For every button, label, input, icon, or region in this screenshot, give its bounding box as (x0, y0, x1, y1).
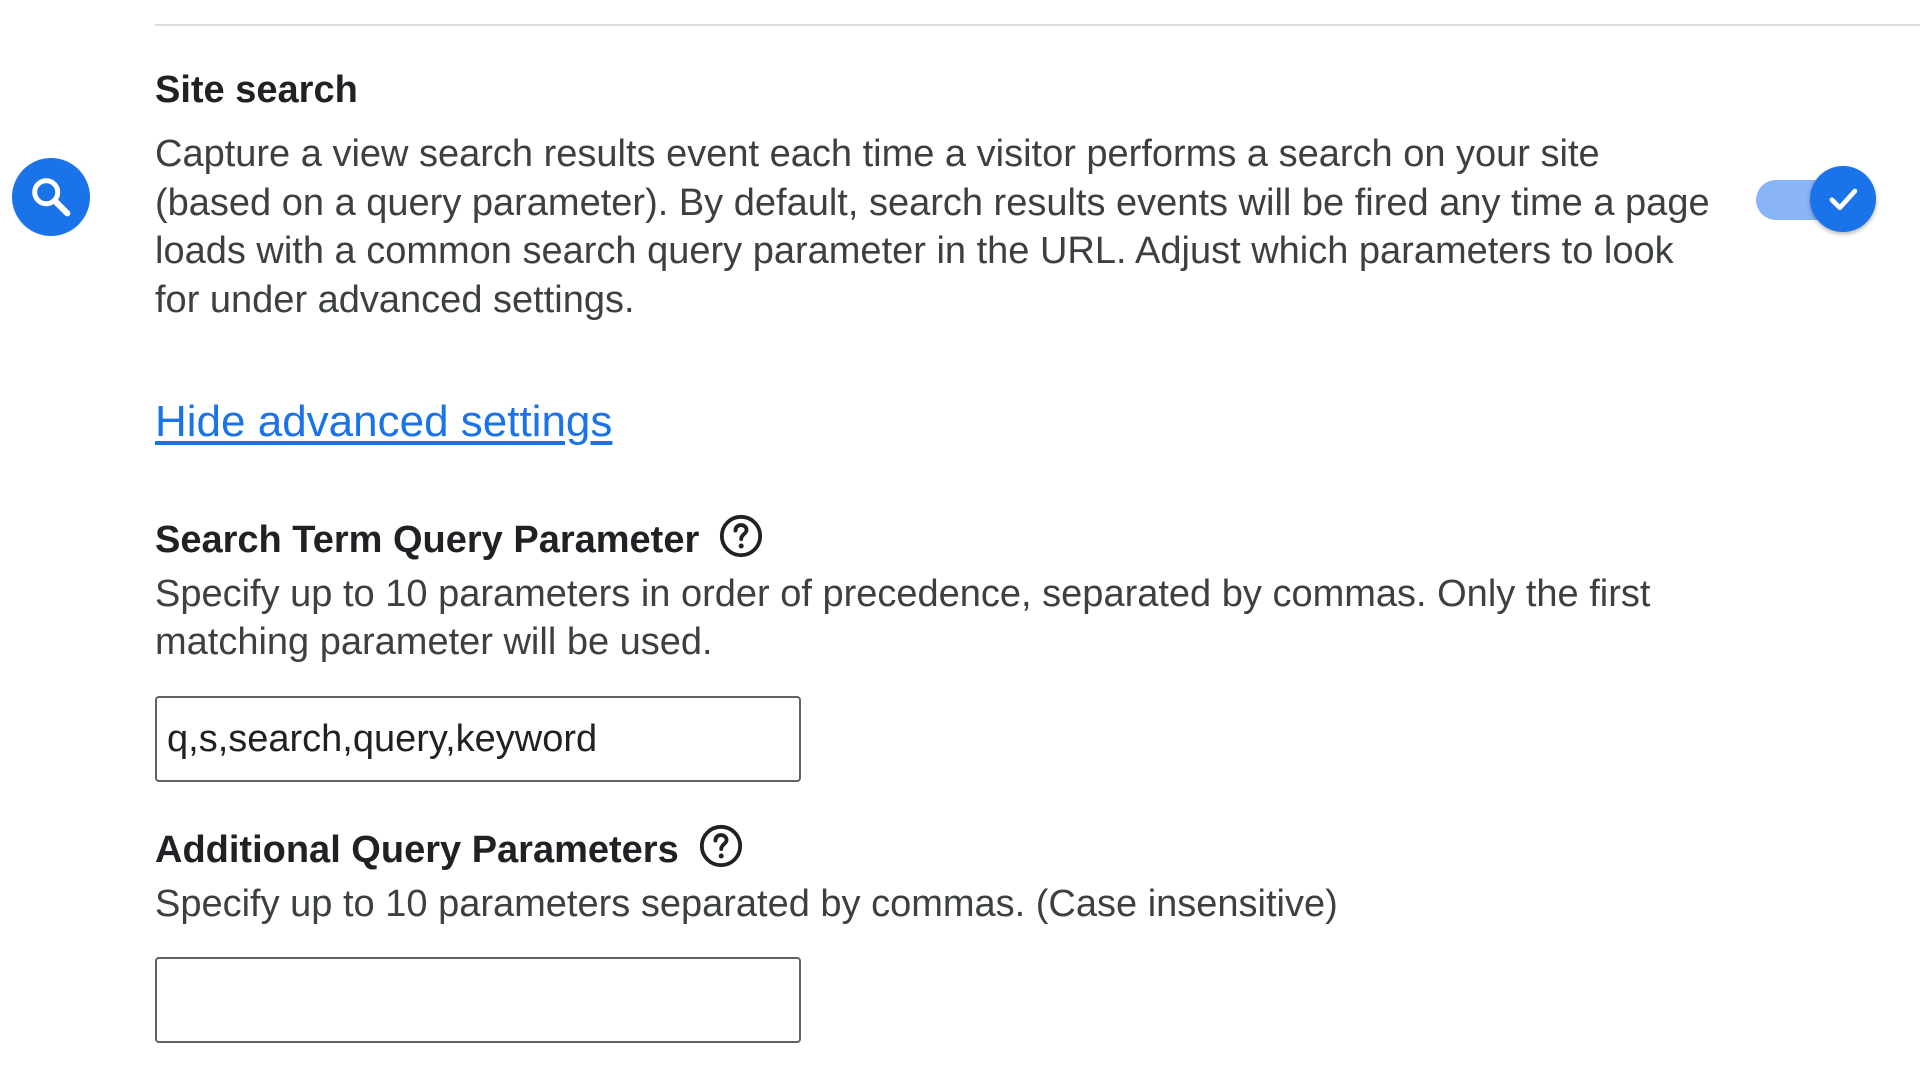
section-divider (155, 24, 1920, 26)
search-term-description: Specify up to 10 parameters in order of … (155, 573, 1651, 663)
site-search-title: Site search (155, 69, 358, 111)
help-circle-icon[interactable] (697, 822, 745, 870)
additional-params-description: Specify up to 10 parameters separated by… (155, 883, 1338, 925)
site-search-toggle[interactable] (1756, 166, 1876, 232)
search-term-input[interactable] (155, 696, 801, 782)
additional-params-input[interactable] (155, 957, 801, 1043)
help-circle-icon[interactable] (717, 512, 765, 560)
hide-advanced-settings-link[interactable]: Hide advanced settings (155, 394, 612, 450)
additional-params-label: Additional Query Parameters (155, 829, 679, 871)
checkmark-icon (1829, 188, 1858, 211)
search-term-label-row: Search Term Query Parameter (155, 514, 765, 566)
site-search-description: Capture a view search results event each… (155, 133, 1710, 321)
additional-params-label-row: Additional Query Parameters (155, 824, 745, 876)
search-term-label: Search Term Query Parameter (155, 519, 700, 561)
toggle-thumb (1810, 166, 1876, 232)
search-icon (12, 158, 90, 236)
